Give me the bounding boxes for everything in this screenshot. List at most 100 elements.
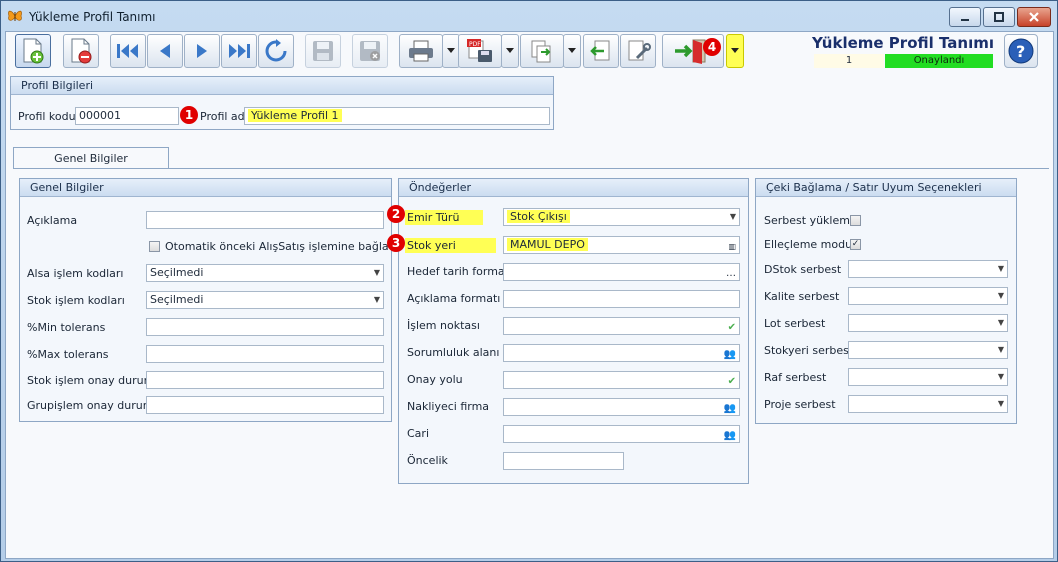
onay-yolu-input[interactable]: ✔ <box>503 371 740 389</box>
annotation-badge-3: 3 <box>387 234 405 252</box>
serbest-yukleme-checkbox[interactable] <box>850 215 861 226</box>
exit-dropdown[interactable] <box>726 34 744 68</box>
emir-turu-select[interactable]: Stok Çıkışı ▼ <box>503 208 740 226</box>
record-number: 1 <box>814 54 884 68</box>
stok-islem-label: Stok işlem kodları <box>27 294 125 307</box>
new-record-button[interactable] <box>15 34 51 68</box>
next-record-button[interactable] <box>184 34 220 68</box>
stok-islem-value: Seçilmedi <box>150 293 204 306</box>
users-icon[interactable]: 👥 <box>724 428 736 442</box>
double-check-icon[interactable]: ✔ <box>728 374 736 388</box>
stok-islem-select[interactable]: Seçilmedi ▼ <box>146 291 384 309</box>
min-tolerans-input[interactable] <box>146 318 384 336</box>
sorumluluk-label: Sorumluluk alanı <box>407 346 500 359</box>
profil-adi-value: Yükleme Profil 1 <box>248 109 342 122</box>
min-tolerans-label: %Min tolerans <box>27 321 106 334</box>
profil-adi-input[interactable]: Yükleme Profil 1 <box>244 107 550 125</box>
close-icon <box>1029 12 1039 22</box>
chevron-down-icon: ▼ <box>997 399 1004 408</box>
proje-serbest-select[interactable]: ▼ <box>848 395 1008 413</box>
sorumluluk-input[interactable]: 👥 <box>503 344 740 362</box>
ondegerler-group-title: Öndeğerler <box>399 179 748 197</box>
max-tolerans-input[interactable] <box>146 345 384 363</box>
stokyeri-serbest-select[interactable]: ▼ <box>848 341 1008 359</box>
refresh-icon <box>265 39 287 62</box>
kalite-serbest-select[interactable]: ▼ <box>848 287 1008 305</box>
export-icon <box>531 40 551 63</box>
save-cancel-button[interactable] <box>352 34 388 68</box>
dstok-serbest-select[interactable]: ▼ <box>848 260 1008 278</box>
minimize-button[interactable] <box>949 7 981 27</box>
profil-kodu-input[interactable]: 000001 <box>75 107 179 125</box>
chevron-down-icon <box>568 48 576 53</box>
pdf-dropdown[interactable] <box>501 34 519 68</box>
dstok-serbest-label: DStok serbest <box>764 263 842 276</box>
stok-onay-input[interactable] <box>146 371 384 389</box>
refresh-button[interactable] <box>258 34 294 68</box>
cari-label: Cari <box>407 427 429 440</box>
otomatik-label: Otomatik önceki AlışSatış işlemine bağla <box>165 240 389 253</box>
tab-genel-bilgiler[interactable]: Genel Bilgiler <box>13 147 169 169</box>
hedef-tarih-input[interactable]: … <box>503 263 740 281</box>
previous-record-icon <box>160 44 170 58</box>
export-dropdown[interactable] <box>563 34 581 68</box>
stok-yeri-value: MAMUL DEPO <box>507 238 588 251</box>
butterfly-icon <box>8 10 22 21</box>
delete-record-button[interactable] <box>63 34 99 68</box>
stok-yeri-input[interactable]: MAMUL DEPO ▥ <box>503 236 740 254</box>
chevron-down-icon <box>731 48 739 53</box>
islem-noktasi-input[interactable]: ✔ <box>503 317 740 335</box>
help-button[interactable]: ? <box>1004 34 1038 68</box>
otomatik-checkbox[interactable] <box>149 241 160 252</box>
maximize-button[interactable] <box>983 7 1015 27</box>
double-check-icon[interactable]: ✔ <box>728 320 736 334</box>
barcode-icon[interactable]: ▥ <box>728 239 736 253</box>
emir-turu-label: Emir Türü <box>405 210 484 225</box>
grup-onay-input[interactable] <box>146 396 384 414</box>
save-button[interactable] <box>305 34 341 68</box>
close-button[interactable] <box>1017 7 1051 27</box>
ellecleme-checkbox[interactable]: ✓ <box>850 239 861 250</box>
last-record-button[interactable] <box>221 34 257 68</box>
alsa-select[interactable]: Seçilmedi ▼ <box>146 264 384 282</box>
profil-kodu-label: Profil kodu <box>18 110 76 123</box>
first-record-button[interactable] <box>110 34 146 68</box>
chevron-down-icon: ▼ <box>997 318 1004 327</box>
nakliyeci-input[interactable]: 👥 <box>503 398 740 416</box>
printer-icon <box>409 40 433 62</box>
settings-button[interactable] <box>620 34 656 68</box>
aciklama-input[interactable] <box>146 211 384 229</box>
ceki-group-title: Çeki Bağlama / Satır Uyum Seçenekleri <box>756 179 1016 197</box>
import-icon <box>590 40 610 61</box>
print-button[interactable] <box>399 34 443 68</box>
ceki-group: Çeki Bağlama / Satır Uyum Seçenekleri Se… <box>755 178 1017 424</box>
users-icon[interactable]: 👥 <box>724 347 736 361</box>
chevron-down-icon: ▼ <box>997 291 1004 300</box>
last-record-icon <box>229 44 250 58</box>
alsa-value: Seçilmedi <box>150 266 204 279</box>
oncelik-input[interactable] <box>503 452 624 470</box>
annotation-badge-4: 4 <box>703 38 721 56</box>
title-bar[interactable]: Yükleme Profil Tanımı <box>1 1 1057 31</box>
delete-document-icon <box>71 38 92 64</box>
chevron-down-icon: ▼ <box>997 372 1004 381</box>
pdf-export-button[interactable]: PDF <box>458 34 502 68</box>
cari-input[interactable]: 👥 <box>503 425 740 443</box>
chevron-down-icon: ▼ <box>373 295 380 304</box>
stokyeri-serbest-label: Stokyeri serbest <box>764 344 854 357</box>
export-button[interactable] <box>520 34 564 68</box>
aciklama-label: Açıklama <box>27 214 78 227</box>
hedef-tarih-label: Hedef tarih formatı <box>407 265 513 278</box>
aciklama-formati-input[interactable] <box>503 290 740 308</box>
chevron-down-icon: ▼ <box>373 268 380 277</box>
lot-serbest-select[interactable]: ▼ <box>848 314 1008 332</box>
annotation-badge-2: 2 <box>387 205 405 223</box>
import-button[interactable] <box>583 34 619 68</box>
genel-group-title: Genel Bilgiler <box>20 179 391 197</box>
previous-record-button[interactable] <box>147 34 183 68</box>
users-icon[interactable]: 👥 <box>724 401 736 415</box>
page-title: Yükleme Profil Tanımı <box>812 34 994 52</box>
stok-yeri-label: Stok yeri <box>405 238 496 253</box>
raf-serbest-select[interactable]: ▼ <box>848 368 1008 386</box>
ellipsis-icon[interactable]: … <box>726 266 736 280</box>
